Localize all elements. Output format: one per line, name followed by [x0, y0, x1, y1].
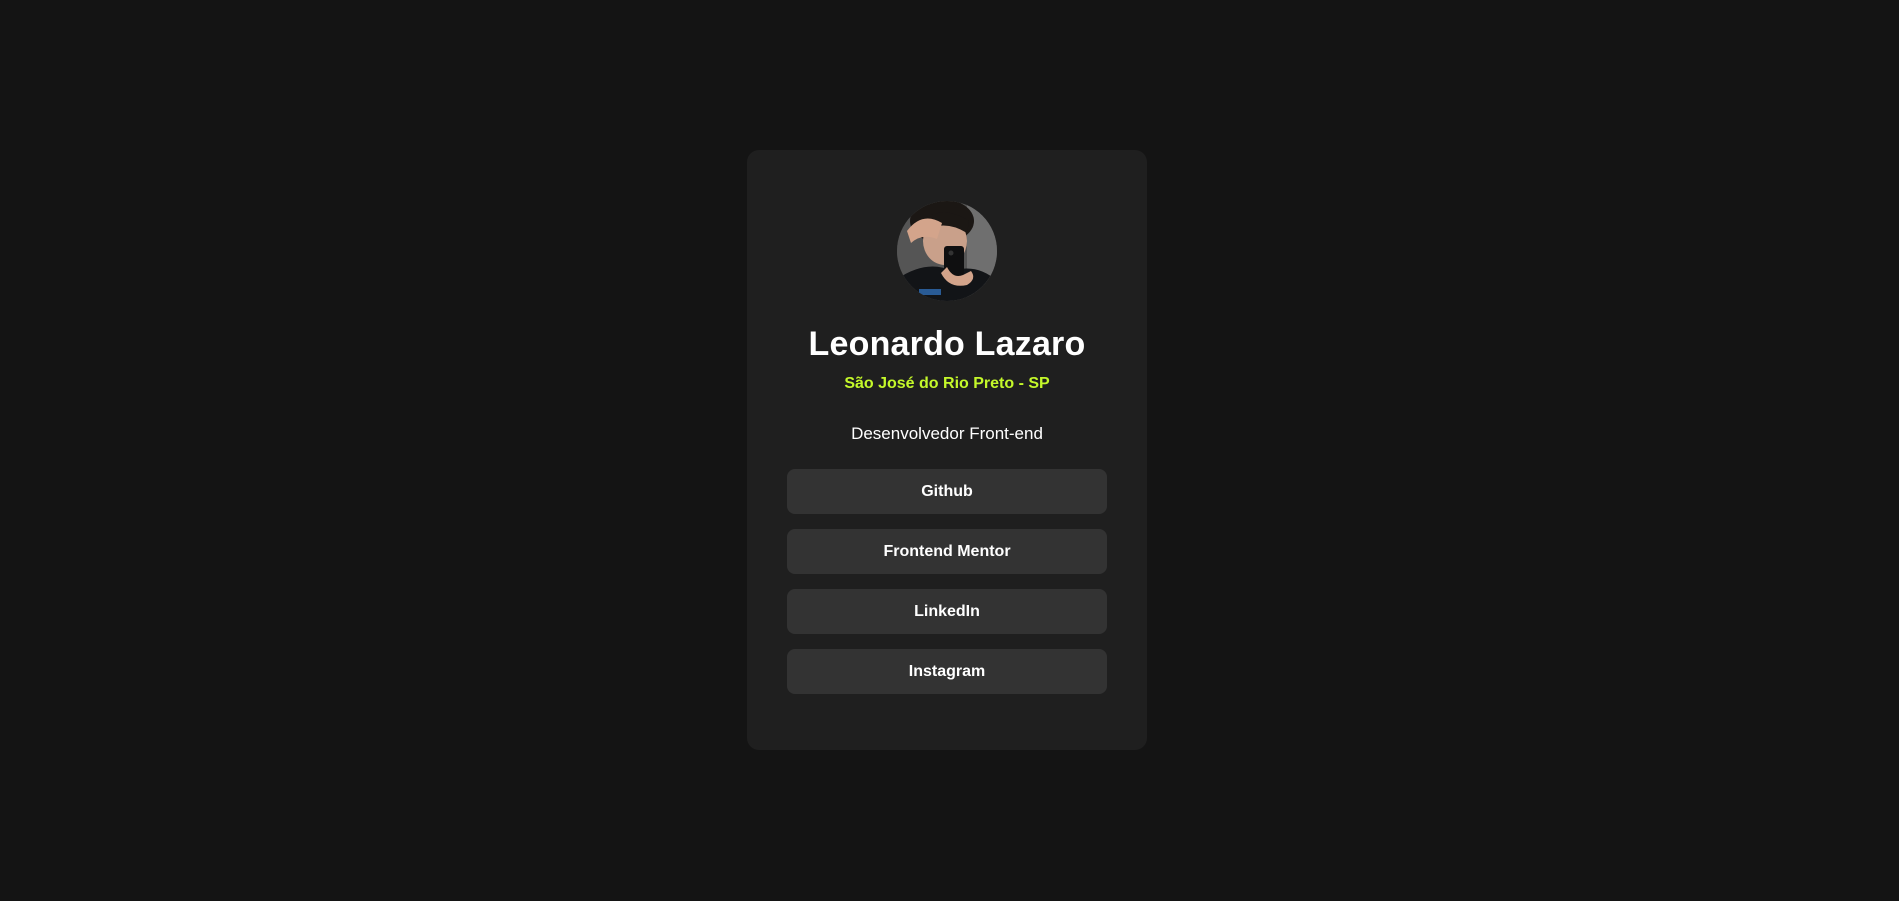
frontend-mentor-button[interactable]: Frontend Mentor — [787, 529, 1107, 574]
github-button[interactable]: Github — [787, 469, 1107, 514]
profile-name: Leonardo Lazaro — [808, 325, 1086, 363]
instagram-button[interactable]: Instagram — [787, 649, 1107, 694]
social-links: Github Frontend Mentor LinkedIn Instagra… — [787, 469, 1107, 694]
avatar — [897, 201, 997, 301]
page: Leonardo Lazaro São José do Rio Preto - … — [0, 0, 1899, 901]
profile-bio: Desenvolvedor Front-end — [851, 424, 1043, 443]
avatar-photo-icon — [897, 201, 997, 301]
linkedin-button[interactable]: LinkedIn — [787, 589, 1107, 634]
profile-card: Leonardo Lazaro São José do Rio Preto - … — [747, 150, 1147, 750]
profile-location: São José do Rio Preto - SP — [844, 375, 1050, 392]
